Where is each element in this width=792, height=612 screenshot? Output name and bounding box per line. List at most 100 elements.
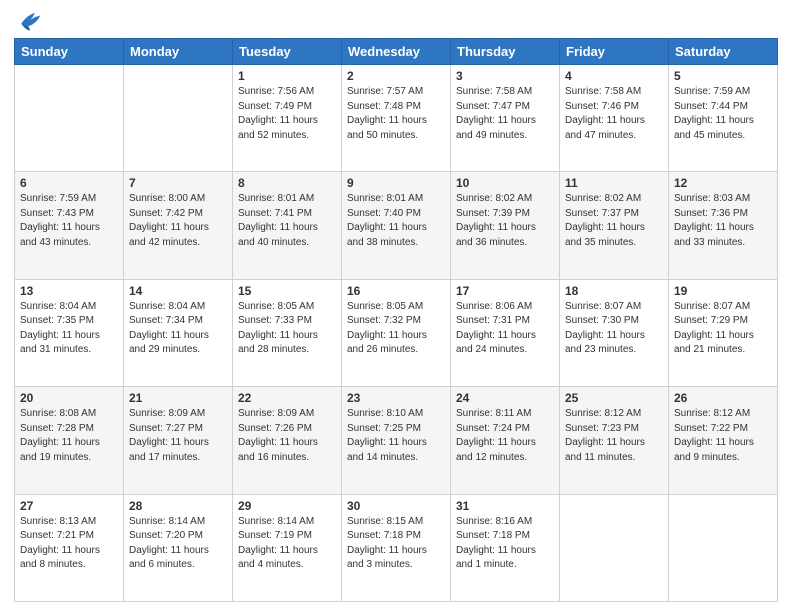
calendar-cell: 26 Sunrise: 8:12 AMSunset: 7:22 PMDayligh… [669, 387, 778, 494]
day-info: Sunrise: 8:05 AMSunset: 7:32 PMDaylight:… [347, 300, 445, 358]
day-info: Sunrise: 8:16 AMSunset: 7:18 PMDaylight:… [456, 515, 554, 573]
day-info: Sunrise: 7:58 AMSunset: 7:47 PMDaylight:… [456, 85, 554, 143]
day-number: 20 [20, 391, 118, 405]
calendar-week-2: 6 Sunrise: 7:59 AMSunset: 7:43 PMDaylight… [15, 172, 778, 279]
day-number: 8 [238, 176, 336, 190]
day-number: 12 [674, 176, 772, 190]
day-number: 28 [129, 499, 227, 513]
calendar-cell: 5 Sunrise: 7:59 AMSunset: 7:44 PMDaylight… [669, 65, 778, 172]
header [14, 10, 778, 32]
day-info: Sunrise: 8:09 AMSunset: 7:27 PMDaylight:… [129, 407, 227, 465]
day-number: 19 [674, 284, 772, 298]
logo-icon [14, 10, 42, 32]
day-info: Sunrise: 7:58 AMSunset: 7:46 PMDaylight:… [565, 85, 663, 143]
day-info: Sunrise: 8:07 AMSunset: 7:30 PMDaylight:… [565, 300, 663, 358]
day-info: Sunrise: 8:08 AMSunset: 7:28 PMDaylight:… [20, 407, 118, 465]
calendar-week-3: 13Sunrise: 8:04 AMSunset: 7:35 PMDayligh… [15, 279, 778, 386]
day-info: Sunrise: 8:05 AMSunset: 7:33 PMDaylight:… [238, 300, 336, 358]
day-number: 25 [565, 391, 663, 405]
calendar-cell: 13Sunrise: 8:04 AMSunset: 7:35 PMDayligh… [15, 279, 124, 386]
day-number: 15 [238, 284, 336, 298]
day-info: Sunrise: 8:13 AMSunset: 7:21 PMDaylight:… [20, 515, 118, 573]
calendar-cell: 7Sunrise: 8:00 AMSunset: 7:42 PMDaylight… [124, 172, 233, 279]
weekday-saturday: Saturday [669, 39, 778, 65]
day-number: 27 [20, 499, 118, 513]
calendar-cell: 22 Sunrise: 8:09 AMSunset: 7:26 PMDayligh… [233, 387, 342, 494]
calendar-cell: 31 Sunrise: 8:16 AMSunset: 7:18 PMDayligh… [451, 494, 560, 601]
day-number: 5 [674, 69, 772, 83]
weekday-thursday: Thursday [451, 39, 560, 65]
weekday-wednesday: Wednesday [342, 39, 451, 65]
day-number: 17 [456, 284, 554, 298]
day-number: 23 [347, 391, 445, 405]
calendar-week-5: 27 Sunrise: 8:13 AMSunset: 7:21 PMDayligh… [15, 494, 778, 601]
day-number: 22 [238, 391, 336, 405]
day-info: Sunrise: 8:07 AMSunset: 7:29 PMDaylight:… [674, 300, 772, 358]
calendar-cell [124, 65, 233, 172]
day-info: Sunrise: 7:59 AMSunset: 7:43 PMDaylight:… [20, 192, 118, 250]
calendar-cell: 20 Sunrise: 8:08 AMSunset: 7:28 PMDayligh… [15, 387, 124, 494]
day-info: Sunrise: 8:12 AMSunset: 7:22 PMDaylight:… [674, 407, 772, 465]
day-number: 6 [20, 176, 118, 190]
day-info: Sunrise: 8:10 AMSunset: 7:25 PMDaylight:… [347, 407, 445, 465]
day-number: 14 [129, 284, 227, 298]
calendar-cell: 19 Sunrise: 8:07 AMSunset: 7:29 PMDayligh… [669, 279, 778, 386]
weekday-friday: Friday [560, 39, 669, 65]
day-info: Sunrise: 8:02 AMSunset: 7:37 PMDaylight:… [565, 192, 663, 250]
day-info: Sunrise: 7:57 AMSunset: 7:48 PMDaylight:… [347, 85, 445, 143]
day-info: Sunrise: 8:09 AMSunset: 7:26 PMDaylight:… [238, 407, 336, 465]
calendar-cell: 10Sunrise: 8:02 AMSunset: 7:39 PMDayligh… [451, 172, 560, 279]
weekday-sunday: Sunday [15, 39, 124, 65]
weekday-tuesday: Tuesday [233, 39, 342, 65]
page: SundayMondayTuesdayWednesdayThursdayFrid… [0, 0, 792, 612]
calendar-cell: 9Sunrise: 8:01 AMSunset: 7:40 PMDaylight… [342, 172, 451, 279]
day-number: 16 [347, 284, 445, 298]
day-info: Sunrise: 8:01 AMSunset: 7:40 PMDaylight:… [347, 192, 445, 250]
calendar-cell: 11 Sunrise: 8:02 AMSunset: 7:37 PMDayligh… [560, 172, 669, 279]
day-number: 31 [456, 499, 554, 513]
calendar-week-4: 20 Sunrise: 8:08 AMSunset: 7:28 PMDayligh… [15, 387, 778, 494]
logo [14, 10, 42, 32]
calendar-cell: 23 Sunrise: 8:10 AMSunset: 7:25 PMDayligh… [342, 387, 451, 494]
calendar-cell [669, 494, 778, 601]
day-number: 26 [674, 391, 772, 405]
calendar-cell [15, 65, 124, 172]
calendar-cell: 4 Sunrise: 7:58 AMSunset: 7:46 PMDaylight… [560, 65, 669, 172]
calendar-cell: 27 Sunrise: 8:13 AMSunset: 7:21 PMDayligh… [15, 494, 124, 601]
day-number: 24 [456, 391, 554, 405]
calendar-cell: 24 Sunrise: 8:11 AMSunset: 7:24 PMDayligh… [451, 387, 560, 494]
day-info: Sunrise: 8:04 AMSunset: 7:34 PMDaylight:… [129, 300, 227, 358]
day-number: 13 [20, 284, 118, 298]
day-info: Sunrise: 8:12 AMSunset: 7:23 PMDaylight:… [565, 407, 663, 465]
calendar-cell: 17 Sunrise: 8:06 AMSunset: 7:31 PMDayligh… [451, 279, 560, 386]
day-info: Sunrise: 7:56 AMSunset: 7:49 PMDaylight:… [238, 85, 336, 143]
day-number: 29 [238, 499, 336, 513]
weekday-header-row: SundayMondayTuesdayWednesdayThursdayFrid… [15, 39, 778, 65]
calendar-cell: 8 Sunrise: 8:01 AMSunset: 7:41 PMDaylight… [233, 172, 342, 279]
day-number: 1 [238, 69, 336, 83]
calendar-week-1: 1 Sunrise: 7:56 AMSunset: 7:49 PMDaylight… [15, 65, 778, 172]
day-info: Sunrise: 8:00 AMSunset: 7:42 PMDaylight:… [129, 192, 227, 250]
day-info: Sunrise: 8:02 AMSunset: 7:39 PMDaylight:… [456, 192, 554, 250]
calendar-cell: 21Sunrise: 8:09 AMSunset: 7:27 PMDayligh… [124, 387, 233, 494]
calendar-cell: 30Sunrise: 8:15 AMSunset: 7:18 PMDayligh… [342, 494, 451, 601]
calendar-cell: 3 Sunrise: 7:58 AMSunset: 7:47 PMDaylight… [451, 65, 560, 172]
calendar-cell: 15 Sunrise: 8:05 AMSunset: 7:33 PMDayligh… [233, 279, 342, 386]
calendar-cell: 29Sunrise: 8:14 AMSunset: 7:19 PMDayligh… [233, 494, 342, 601]
calendar-cell: 1 Sunrise: 7:56 AMSunset: 7:49 PMDaylight… [233, 65, 342, 172]
day-info: Sunrise: 8:06 AMSunset: 7:31 PMDaylight:… [456, 300, 554, 358]
calendar-table: SundayMondayTuesdayWednesdayThursdayFrid… [14, 38, 778, 602]
day-number: 11 [565, 176, 663, 190]
day-info: Sunrise: 7:59 AMSunset: 7:44 PMDaylight:… [674, 85, 772, 143]
day-number: 4 [565, 69, 663, 83]
calendar-cell: 28Sunrise: 8:14 AMSunset: 7:20 PMDayligh… [124, 494, 233, 601]
day-number: 3 [456, 69, 554, 83]
calendar-cell: 12Sunrise: 8:03 AMSunset: 7:36 PMDayligh… [669, 172, 778, 279]
calendar-cell [560, 494, 669, 601]
day-info: Sunrise: 8:01 AMSunset: 7:41 PMDaylight:… [238, 192, 336, 250]
day-info: Sunrise: 8:11 AMSunset: 7:24 PMDaylight:… [456, 407, 554, 465]
day-number: 30 [347, 499, 445, 513]
day-number: 18 [565, 284, 663, 298]
day-number: 2 [347, 69, 445, 83]
calendar-cell: 25 Sunrise: 8:12 AMSunset: 7:23 PMDayligh… [560, 387, 669, 494]
